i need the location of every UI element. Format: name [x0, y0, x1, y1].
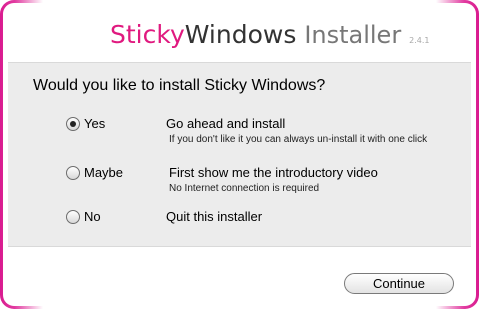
option-maybe-description: First show me the introductory video [169, 165, 378, 180]
radio-yes[interactable] [66, 117, 80, 131]
install-question: Would you like to install Sticky Windows… [33, 77, 326, 94]
installer-title: StickyWindows Installer 2.4.1 [110, 20, 430, 56]
installer-window-frame: StickyWindows Installer 2.4.1 Would you … [0, 0, 479, 309]
title-installer-word: Installer [304, 21, 402, 49]
option-no-label[interactable]: No [84, 209, 101, 224]
option-yes-subtext: If you don't like it you can always un-i… [169, 134, 428, 145]
option-yes-label[interactable]: Yes [84, 116, 105, 131]
option-no-description: Quit this installer [166, 209, 263, 224]
radio-maybe[interactable] [66, 166, 80, 180]
installer-window: StickyWindows Installer 2.4.1 Would you … [3, 3, 476, 306]
continue-button[interactable]: Continue [344, 273, 454, 294]
option-yes-description: Go ahead and install [166, 116, 286, 131]
radio-no[interactable] [66, 210, 80, 224]
version-label: 2.4.1 [409, 36, 430, 45]
option-maybe-subtext: No Internet connection is required [169, 183, 320, 194]
installer-header: StickyWindows Installer 2.4.1 [3, 3, 476, 65]
title-windows-word: Windows [184, 20, 297, 49]
option-maybe-label[interactable]: Maybe [84, 165, 123, 180]
title-sticky-word: Sticky [110, 20, 185, 49]
